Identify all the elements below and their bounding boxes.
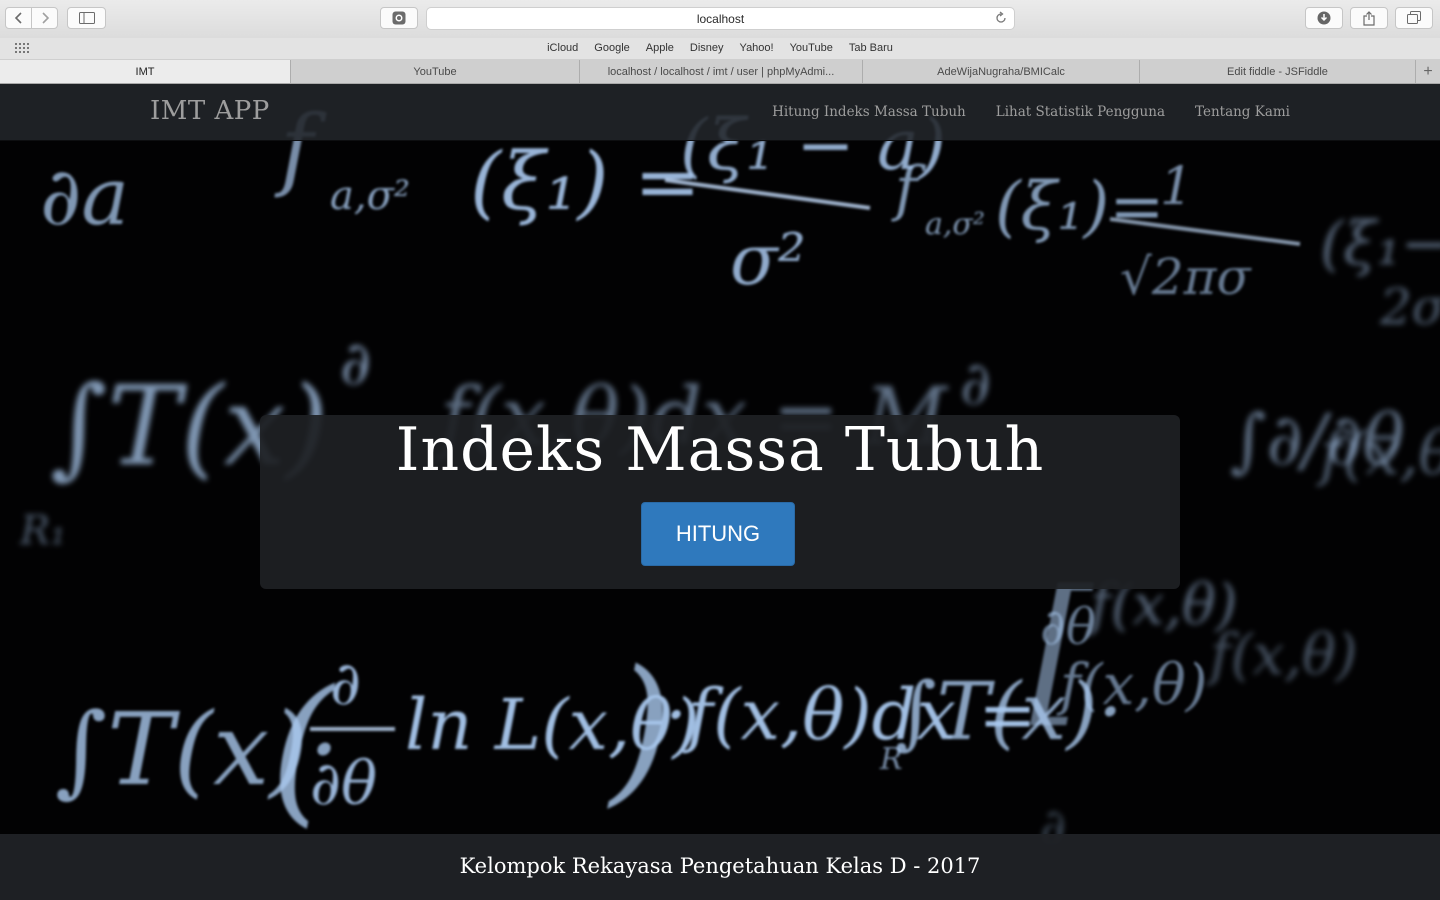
tab-github-bmicalc[interactable]: AdeWijaNugraha/BMICalc [863, 60, 1140, 83]
hero-panel: Indeks Massa Tubuh HITUNG [260, 415, 1180, 589]
svg-text:2σ²: 2σ² [1379, 278, 1440, 336]
svg-text:∂: ∂ [340, 329, 371, 399]
footer-text: Kelompok Rekayasa Pengetahuan Kelas D - … [459, 854, 981, 878]
svg-text:f(x,θ): f(x,θ) [1316, 419, 1440, 489]
svg-text:R₁: R₁ [19, 508, 66, 554]
favorites-bar: iCloud Google Apple Disney Yahoo! YouTub… [0, 38, 1440, 60]
svg-text:(ξ₁−a): (ξ₁−a) [1320, 209, 1440, 279]
brand-logo[interactable]: IMT APP [150, 96, 270, 126]
favorite-icloud[interactable]: iCloud [547, 42, 578, 54]
share-icon [1363, 10, 1375, 26]
downloads-button[interactable] [1305, 7, 1343, 29]
svg-text:∂θ: ∂θ [1040, 598, 1096, 656]
forward-button[interactable] [31, 7, 58, 29]
svg-text:R: R [879, 742, 903, 777]
camera-icon [392, 11, 406, 25]
sidebar-icon [78, 12, 95, 24]
tab-strip: IMT YouTube localhost / localhost / imt … [0, 60, 1440, 84]
svg-text:∂: ∂ [960, 349, 991, 419]
svg-text:∂: ∂ [330, 649, 361, 719]
svg-text:f(x,θ): f(x,θ) [1056, 653, 1208, 718]
svg-text:σ²: σ² [730, 219, 806, 301]
favorites-list: iCloud Google Apple Disney Yahoo! YouTub… [0, 42, 1440, 54]
svg-text:(ξ₁)=: (ξ₁)= [995, 168, 1165, 245]
download-icon [1317, 11, 1331, 25]
tab-imt[interactable]: IMT [0, 60, 291, 83]
address-text: localhost [696, 12, 745, 26]
favorite-youtube[interactable]: YouTube [790, 42, 833, 54]
tab-jsfiddle[interactable]: Edit fiddle - JSFiddle [1140, 60, 1416, 83]
svg-text:): ) [607, 635, 672, 822]
svg-text:∂a: ∂a [40, 150, 129, 243]
svg-text:√2πσ: √2πσ [1120, 248, 1253, 306]
address-bar[interactable]: localhost [426, 7, 1015, 30]
favorite-apple[interactable]: Apple [646, 42, 674, 54]
hitung-button[interactable]: HITUNG [641, 502, 795, 566]
share-button[interactable] [1350, 7, 1388, 29]
favorite-tab-baru[interactable]: Tab Baru [849, 42, 893, 54]
nav-link-tentang-kami[interactable]: Tentang Kami [1195, 104, 1290, 120]
hero-title: Indeks Massa Tubuh [395, 415, 1045, 485]
back-button[interactable] [5, 7, 32, 29]
svg-text:f(x,θ): f(x,θ) [1206, 623, 1358, 688]
tab-youtube[interactable]: YouTube [291, 60, 580, 83]
extension-button[interactable] [380, 7, 418, 29]
tabs-overview-icon [1407, 11, 1421, 24]
favorite-google[interactable]: Google [594, 42, 629, 54]
svg-text:a,σ²: a,σ² [330, 173, 410, 219]
favorite-disney[interactable]: Disney [690, 42, 724, 54]
web-page: ∂a f a,σ² (ξ₁) = (ξ₁ − a) σ² f a,σ² (ξ₁)… [0, 84, 1440, 900]
svg-text:∂θ: ∂θ [310, 749, 377, 819]
footer: Kelompok Rekayasa Pengetahuan Kelas D - … [0, 834, 1440, 900]
reload-icon[interactable] [994, 11, 1008, 25]
nav-links: Hitung Indeks Massa Tubuh Lihat Statisti… [772, 104, 1290, 120]
new-tab-button[interactable]: + [1416, 60, 1440, 83]
nav-link-statistik[interactable]: Lihat Statistik Pengguna [996, 104, 1165, 120]
browser-toolbar: localhost [0, 0, 1440, 38]
chevron-left-icon [14, 12, 22, 24]
tab-phpmyadmin[interactable]: localhost / localhost / imt / user | php… [580, 60, 863, 83]
navbar: IMT APP Hitung Indeks Massa Tubuh Lihat … [0, 84, 1440, 141]
favorite-yahoo[interactable]: Yahoo! [740, 42, 774, 54]
chevron-right-icon [41, 12, 49, 24]
svg-text:1: 1 [1160, 157, 1193, 217]
sidebar-toggle-button[interactable] [67, 7, 106, 29]
tab-overview-button[interactable] [1395, 7, 1433, 29]
svg-text:a,σ²: a,σ² [925, 207, 985, 242]
nav-link-hitung-imt[interactable]: Hitung Indeks Massa Tubuh [772, 104, 966, 120]
